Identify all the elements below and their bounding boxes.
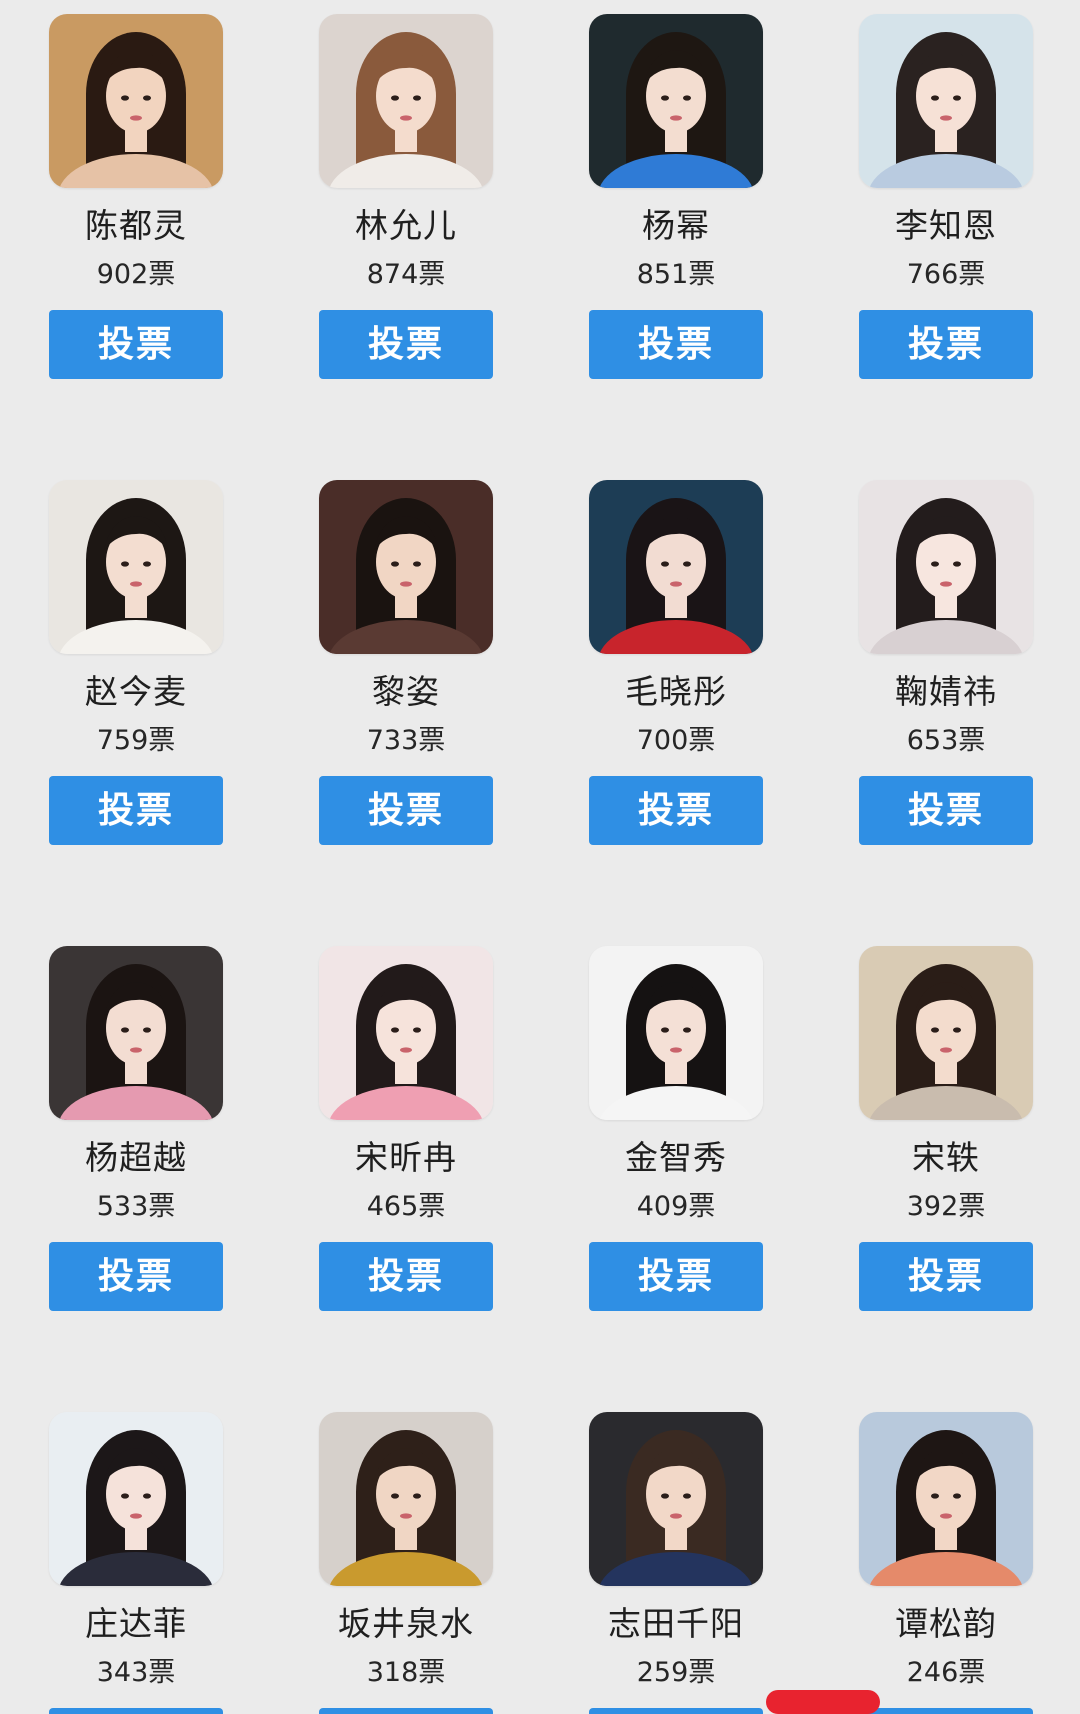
candidate-photo[interactable]	[859, 480, 1033, 654]
candidate-photo[interactable]	[319, 946, 493, 1120]
vote-count: 246票	[906, 1657, 986, 1688]
vote-count: 902票	[96, 259, 176, 290]
candidate-card: 庄达菲 343票投票	[49, 1412, 223, 1714]
candidate-name: 赵今麦	[85, 672, 187, 711]
candidate-name: 杨超越	[85, 1138, 187, 1177]
candidate-name: 宋昕冉	[355, 1138, 457, 1177]
candidate-name: 庄达菲	[85, 1604, 187, 1643]
candidate-photo[interactable]	[319, 1412, 493, 1586]
vote-button[interactable]: 投票	[589, 776, 763, 845]
vote-count: 759票	[96, 725, 176, 756]
candidate-photo[interactable]	[49, 14, 223, 188]
candidate-card: 宋轶 392票投票	[859, 946, 1033, 1311]
candidate-grid: 陈都灵 902票 投票 林允儿 874票 投票 杨幂 851票 投票 李知恩 766票 投票 赵今麦 75…	[0, 0, 1080, 1714]
candidate-photo[interactable]	[49, 946, 223, 1120]
vote-button[interactable]: 投票	[589, 1242, 763, 1311]
vote-button[interactable]: 投票	[859, 1708, 1033, 1714]
candidate-card: 杨幂 851票投票	[589, 14, 763, 379]
candidate-photo[interactable]	[859, 1412, 1033, 1586]
candidate-name: 陈都灵	[85, 206, 187, 245]
candidate-photo[interactable]	[49, 1412, 223, 1586]
candidate-photo[interactable]	[589, 1412, 763, 1586]
vote-button[interactable]: 投票	[859, 1242, 1033, 1311]
vote-button[interactable]: 投票	[319, 776, 493, 845]
candidate-photo[interactable]	[859, 14, 1033, 188]
candidate-photo[interactable]	[319, 480, 493, 654]
vote-count: 653票	[906, 725, 986, 756]
vote-count: 700票	[636, 725, 716, 756]
candidate-card: 赵今麦 759票投票	[49, 480, 223, 845]
vote-button[interactable]: 投票	[589, 310, 763, 379]
vote-count: 874票	[366, 259, 446, 290]
vote-count: 766票	[906, 259, 986, 290]
vote-count: 343票	[96, 1657, 176, 1688]
vote-count: 733票	[366, 725, 446, 756]
candidate-photo[interactable]	[49, 480, 223, 654]
candidate-card: 谭松韵 246票投票	[859, 1412, 1033, 1714]
candidate-name: 宋轶	[912, 1138, 980, 1177]
vote-button[interactable]: 投票	[589, 1708, 763, 1714]
vote-button[interactable]: 投票	[319, 1708, 493, 1714]
candidate-name: 杨幂	[642, 206, 710, 245]
candidate-name: 谭松韵	[895, 1604, 997, 1643]
vote-count: 465票	[366, 1191, 446, 1222]
candidate-card: 黎姿 733票投票	[319, 480, 493, 845]
vote-count: 409票	[636, 1191, 716, 1222]
candidate-name: 林允儿	[355, 206, 457, 245]
candidate-name: 金智秀	[625, 1138, 727, 1177]
candidate-name: 鞠婧祎	[895, 672, 997, 711]
candidate-card: 志田千阳 259票投票	[589, 1412, 763, 1714]
floating-red-tab[interactable]	[766, 1690, 880, 1714]
candidate-photo[interactable]	[319, 14, 493, 188]
vote-button[interactable]: 投票	[859, 776, 1033, 845]
candidate-photo[interactable]	[859, 946, 1033, 1120]
vote-button[interactable]: 投票	[49, 1242, 223, 1311]
vote-button[interactable]: 投票	[49, 776, 223, 845]
vote-button[interactable]: 投票	[859, 310, 1033, 379]
candidate-name: 李知恩	[895, 206, 997, 245]
candidate-photo[interactable]	[589, 480, 763, 654]
candidate-card: 陈都灵 902票投票	[49, 14, 223, 379]
vote-button[interactable]: 投票	[319, 1242, 493, 1311]
vote-count: 318票	[366, 1657, 446, 1688]
vote-button[interactable]: 投票	[49, 310, 223, 379]
candidate-name: 毛晓彤	[625, 672, 727, 711]
candidate-card: 鞠婧祎 653票投票	[859, 480, 1033, 845]
candidate-card: 杨超越 533票投票	[49, 946, 223, 1311]
candidate-card: 宋昕冉 465票投票	[319, 946, 493, 1311]
vote-button[interactable]: 投票	[319, 310, 493, 379]
candidate-name: 志田千阳	[608, 1604, 744, 1643]
candidate-card: 坂井泉水 318票投票	[319, 1412, 493, 1714]
vote-count: 851票	[636, 259, 716, 290]
vote-count: 392票	[906, 1191, 986, 1222]
candidate-photo[interactable]	[589, 946, 763, 1120]
vote-button[interactable]: 投票	[49, 1708, 223, 1714]
candidate-photo[interactable]	[589, 14, 763, 188]
candidate-card: 林允儿 874票投票	[319, 14, 493, 379]
vote-count: 533票	[96, 1191, 176, 1222]
vote-count: 259票	[636, 1657, 716, 1688]
candidate-name: 坂井泉水	[338, 1604, 474, 1643]
candidate-card: 金智秀 409票投票	[589, 946, 763, 1311]
candidate-card: 李知恩 766票投票	[859, 14, 1033, 379]
candidate-name: 黎姿	[372, 672, 440, 711]
candidate-card: 毛晓彤 700票投票	[589, 480, 763, 845]
